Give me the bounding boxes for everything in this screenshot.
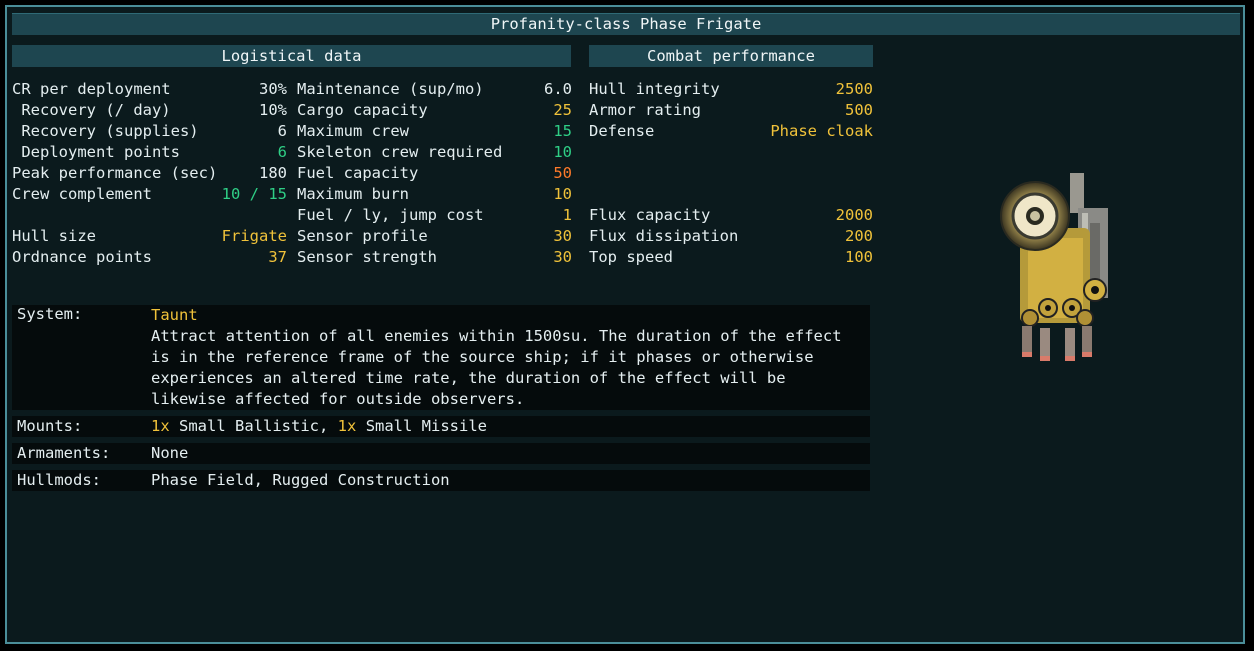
- system-label: System:: [17, 305, 83, 323]
- ship-sprite-icon: [1000, 173, 1108, 361]
- logistics-stat-row-7: Hull size Frigate: [12, 226, 287, 247]
- logistics2-stat-label-6: Fuel / ly, jump cost: [297, 206, 484, 224]
- combat-stat-label-8: Top speed: [589, 248, 673, 266]
- logistics2-stat-row-7: Sensor profile 30: [297, 226, 572, 247]
- system-name: Taunt: [151, 306, 198, 324]
- logistics2-stat-value-6: 1: [562, 206, 572, 224]
- logistics-stat-value-8: 37: [268, 248, 287, 266]
- logistics2-stat-value-4: 50: [553, 164, 572, 182]
- combat-stat-label-7: Flux dissipation: [589, 227, 739, 245]
- combat-stat-row-2: Defense Phase cloak: [589, 121, 873, 142]
- combat-stat-value-8: 100: [845, 248, 873, 266]
- logistics-stat-value-0: 30%: [259, 80, 287, 98]
- logistics-stat-value-3: 6: [277, 143, 287, 161]
- combat-header: Combat performance: [589, 45, 873, 67]
- combat-stat-label-6: Flux capacity: [589, 206, 711, 224]
- logistics-stat-row-5: Crew complement 10 / 15: [12, 184, 287, 205]
- logistics2-stat-row-3: Skeleton crew required 10: [297, 142, 572, 163]
- combat-stat-value-7: 200: [845, 227, 873, 245]
- mounts-label: Mounts:: [17, 417, 83, 435]
- logistics-stat-row-2: Recovery (supplies) 6: [12, 121, 287, 142]
- logistics-stat-row-3: Deployment points 6: [12, 142, 287, 163]
- combat-stat-row-8: Top speed 100: [589, 247, 873, 268]
- combat-stat-label-2: Defense: [589, 122, 655, 140]
- logistics2-stat-label-0: Maintenance (sup/mo): [297, 80, 484, 98]
- system-description: Attract attention of all enemies within …: [151, 327, 842, 408]
- logistics-stat-label-5: Crew complement: [12, 185, 152, 203]
- logistics2-stat-row-1: Cargo capacity 25: [297, 100, 572, 121]
- mount-1-type: Small Ballistic,: [179, 417, 329, 435]
- mount-2-type: Small Missile: [365, 417, 488, 435]
- combat-stat-row-5: [589, 184, 873, 205]
- armaments-row: Armaments: None: [12, 443, 870, 464]
- combat-stat-row-6: Flux capacity 2000: [589, 205, 873, 226]
- logistics-stat-row-1: Recovery (/ day) 10%: [12, 100, 287, 121]
- logistics2-stat-value-3: 10: [553, 143, 572, 161]
- logistics2-stat-row-4: Fuel capacity 50: [297, 163, 572, 184]
- combat-stat-row-0: Hull integrity 2500: [589, 79, 873, 100]
- combat-stat-value-2: Phase cloak: [770, 122, 873, 140]
- logistics-stat-label-0: CR per deployment: [12, 80, 171, 98]
- logistics-stat-row-0: CR per deployment 30%: [12, 79, 287, 100]
- combat-stat-label-1: Armor rating: [589, 101, 701, 119]
- logistics2-stat-row-6: Fuel / ly, jump cost 1: [297, 205, 572, 226]
- logistics2-stat-label-3: Skeleton crew required: [297, 143, 503, 161]
- combat-stat-label-0: Hull integrity: [589, 80, 720, 98]
- logistics2-stat-value-7: 30: [553, 227, 572, 245]
- combat-stat-row-1: Armor rating 500: [589, 100, 873, 121]
- hullmods-label: Hullmods:: [17, 471, 101, 489]
- armaments-label: Armaments:: [17, 444, 111, 462]
- combat-stat-row-7: Flux dissipation 200: [589, 226, 873, 247]
- combat-stat-value-6: 2000: [835, 206, 873, 224]
- logistics-stat-value-1: 10%: [259, 101, 287, 119]
- logistics-stat-label-7: Hull size: [12, 227, 96, 245]
- logistics-stat-label-3: Deployment points: [12, 143, 180, 161]
- logistics-stat-label-4: Peak performance (sec): [12, 164, 218, 182]
- hullmods-row: Hullmods: Phase Field, Rugged Constructi…: [12, 470, 870, 491]
- combat-stat-row-3: [589, 142, 873, 163]
- mounts-row: Mounts: 1x Small Ballistic, 1x Small Mis…: [12, 416, 870, 437]
- combat-stat-value-1: 500: [845, 101, 873, 119]
- logistics-stat-row-6: [12, 205, 287, 226]
- logistics-stat-value-2: 6: [277, 122, 287, 140]
- logistics2-stat-row-2: Maximum crew 15: [297, 121, 572, 142]
- armaments-value: None: [151, 444, 189, 462]
- logistics2-stat-row-0: Maintenance (sup/mo) 6.0: [297, 79, 572, 100]
- logistical-header: Logistical data: [12, 45, 571, 67]
- ship-title: Profanity-class Phase Frigate: [12, 13, 1240, 35]
- logistics-stat-row-8: Ordnance points 37: [12, 247, 287, 268]
- system-row: System: Taunt Attract attention of all e…: [12, 305, 870, 410]
- logistics2-stat-row-5: Maximum burn 10: [297, 184, 572, 205]
- logistics2-stat-label-2: Maximum crew: [297, 122, 409, 140]
- logistics2-stat-value-2: 15: [553, 122, 572, 140]
- logistics-stat-label-1: Recovery (/ day): [12, 101, 171, 119]
- logistics-stat-label-8: Ordnance points: [12, 248, 152, 266]
- combat-stat-row-4: [589, 163, 873, 184]
- combat-stat-value-0: 2500: [835, 80, 873, 98]
- logistics2-stat-label-5: Maximum burn: [297, 185, 409, 203]
- logistics2-stat-row-8: Sensor strength 30: [297, 247, 572, 268]
- logistics2-stat-value-8: 30: [553, 248, 572, 266]
- logistics2-stat-value-1: 25: [553, 101, 572, 119]
- hullmods-value: Phase Field, Rugged Construction: [151, 471, 450, 489]
- logistics2-stat-label-8: Sensor strength: [297, 248, 437, 266]
- logistics2-stat-value-0: 6.0: [544, 80, 572, 98]
- logistics-stat-row-4: Peak performance (sec) 180: [12, 163, 287, 184]
- logistics2-stat-label-1: Cargo capacity: [297, 101, 428, 119]
- logistics-stat-value-4: 180: [259, 164, 287, 182]
- mount-2-count: 1x: [337, 417, 357, 435]
- logistics2-stat-value-5: 10: [553, 185, 572, 203]
- logistics2-stat-label-7: Sensor profile: [297, 227, 428, 245]
- logistics-stat-value-5: 10 / 15: [221, 185, 287, 203]
- logistics-stat-label-2: Recovery (supplies): [12, 122, 199, 140]
- logistics2-stat-label-4: Fuel capacity: [297, 164, 419, 182]
- logistics-stat-value-7: Frigate: [221, 227, 287, 245]
- mount-1-count: 1x: [151, 417, 170, 435]
